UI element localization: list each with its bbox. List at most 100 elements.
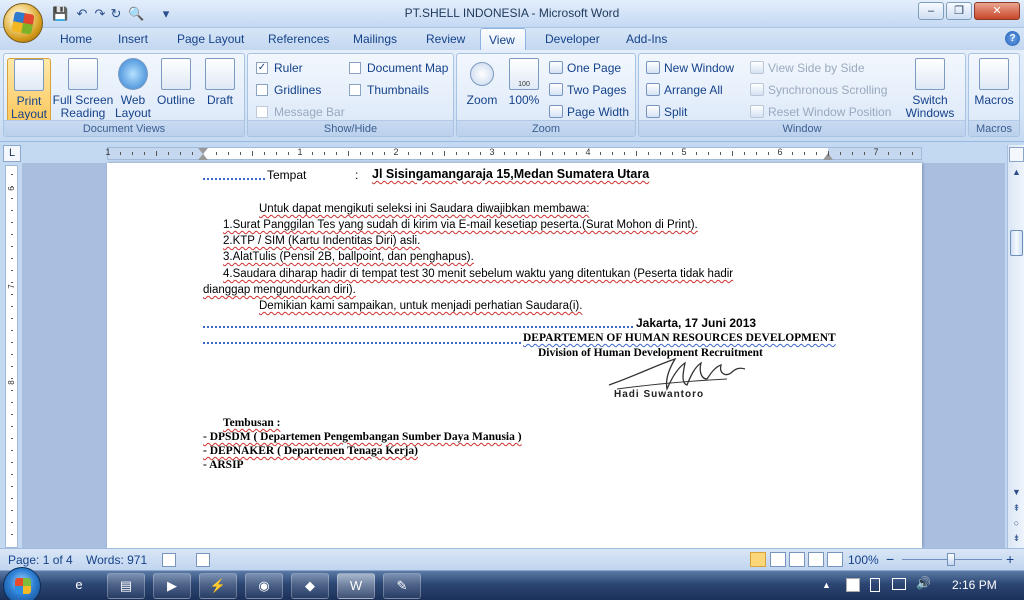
zoom-slider-thumb[interactable] [947, 553, 955, 566]
tab-developer[interactable]: Developer [537, 28, 608, 50]
tempat-value: Jl Sisingamangaraja 15,Medan Sumatera Ut… [372, 167, 650, 181]
split-button[interactable]: Split [644, 103, 687, 121]
help-icon[interactable]: ? [1005, 31, 1020, 46]
scroll-down-button[interactable]: ▼ [1009, 485, 1024, 500]
tempat-label: Tempat [267, 168, 307, 182]
full-screen-reading-button[interactable]: Full Screen Reading [52, 58, 114, 122]
reset-window-position-button[interactable]: Reset Window Position [748, 103, 891, 121]
ruler-tick [180, 152, 181, 155]
tab-mailings[interactable]: Mailings [345, 28, 405, 50]
volume-icon[interactable]: 🔊 [916, 576, 931, 590]
internet-explorer-icon[interactable]: e [60, 573, 98, 599]
draft-view-icon[interactable] [827, 552, 843, 567]
macros-button[interactable]: Macros [972, 58, 1016, 122]
view-side-by-side-label: View Side by Side [768, 61, 865, 75]
tab-selector[interactable]: L [3, 145, 21, 162]
print-layout-view-icon[interactable] [750, 552, 766, 567]
paint-app-icon[interactable]: ✎ [383, 573, 421, 599]
zoom-in-button[interactable]: + [1006, 551, 1014, 567]
ruler-tick [324, 152, 325, 155]
ruler-checkbox[interactable]: ✓ Ruler [254, 59, 303, 77]
select-browse-object-button[interactable]: ○ [1009, 516, 1024, 531]
ruler-tick [804, 152, 805, 155]
view-side-by-side-button[interactable]: View Side by Side [748, 59, 865, 77]
group-label-macros: Macros [969, 120, 1019, 136]
outline-icon [161, 58, 191, 90]
zoom-100-button[interactable]: 100 100% [505, 58, 543, 122]
synchronous-scrolling-button[interactable]: Synchronous Scrolling [748, 81, 887, 99]
utility-app-icon[interactable]: ⚡ [199, 573, 237, 599]
next-page-button[interactable]: ⇟ [1009, 531, 1024, 546]
ruler-tick [11, 318, 13, 319]
horizontal-ruler[interactable]: 1 1 2 3 4 5 6 7 [105, 147, 922, 160]
ruler-tick [252, 151, 253, 156]
message-bar-checkbox[interactable]: Message Bar [254, 103, 345, 121]
ruler-tick [11, 390, 13, 391]
word-count[interactable]: Words: 971 [86, 553, 147, 567]
action-center-icon[interactable] [846, 578, 860, 592]
two-pages-button[interactable]: Two Pages [547, 81, 626, 99]
page-width-button[interactable]: Page Width [547, 103, 629, 121]
ruler-tick [11, 510, 13, 511]
hanging-indent-marker[interactable] [198, 154, 208, 160]
one-page-label: One Page [567, 61, 622, 75]
zoom-button[interactable]: Zoom [463, 58, 501, 122]
scroll-thumb[interactable] [1010, 230, 1023, 256]
page-count[interactable]: Page: 1 of 4 [8, 553, 73, 567]
clock[interactable]: 2:16 PM [952, 578, 997, 592]
battery-icon[interactable] [870, 578, 880, 592]
tab-insert[interactable]: Insert [110, 28, 156, 50]
switch-windows-icon [915, 58, 945, 90]
tab-add-ins[interactable]: Add-Ins [618, 28, 675, 50]
arrange-all-button[interactable]: Arrange All [644, 81, 723, 99]
ruler-tick [672, 152, 673, 155]
file-explorer-icon[interactable]: ▤ [107, 573, 145, 599]
restore-button[interactable]: ❐ [946, 2, 972, 20]
tab-view[interactable]: View [480, 28, 526, 50]
ruler-tick [576, 152, 577, 155]
zoom-level[interactable]: 100% [848, 553, 879, 567]
vertical-ruler[interactable]: 6 7 8 [5, 165, 18, 548]
macro-recording-icon[interactable] [196, 553, 210, 567]
scroll-up-button[interactable]: ▲ [1009, 165, 1024, 180]
previous-page-button[interactable]: ⇞ [1009, 501, 1024, 516]
view-ruler-icon[interactable] [1009, 147, 1024, 162]
web-layout-button[interactable]: Web Layout [114, 58, 152, 122]
tab-page-layout[interactable]: Page Layout [169, 28, 252, 50]
vertical-scrollbar[interactable]: ▲ ▼ ⇞ ○ ⇟ [1007, 145, 1024, 548]
draft-button[interactable]: Draft [200, 58, 240, 122]
document-map-checkbox[interactable]: Document Map [347, 59, 448, 77]
minimize-button[interactable]: – [918, 2, 944, 20]
firefox-icon[interactable]: ◉ [245, 573, 283, 599]
print-layout-button[interactable]: Print Layout [7, 58, 51, 122]
start-button[interactable] [3, 567, 41, 600]
network-icon[interactable] [892, 578, 906, 590]
gridlines-checkbox[interactable]: Gridlines [254, 81, 321, 99]
thumbnails-checkbox[interactable]: Thumbnails [347, 81, 429, 99]
synchronous-scrolling-label: Synchronous Scrolling [768, 83, 888, 97]
full-screen-view-icon[interactable] [770, 552, 786, 567]
word-taskbar-icon[interactable]: W [337, 573, 375, 599]
ruler-tick [432, 152, 433, 155]
new-window-button[interactable]: New Window [644, 59, 734, 77]
outline-view-icon[interactable] [808, 552, 824, 567]
ruler-tick [216, 152, 217, 155]
office-button[interactable] [3, 3, 43, 43]
document-page[interactable]: Tempat : Jl Sisingamangaraja 15,Medan Su… [107, 163, 922, 548]
zoom-out-button[interactable]: − [886, 551, 894, 567]
one-page-button[interactable]: One Page [547, 59, 621, 77]
tab-home[interactable]: Home [52, 28, 100, 50]
outline-button[interactable]: Outline [154, 58, 198, 122]
show-hidden-icons-button[interactable]: ▲ [822, 580, 831, 590]
media-app-icon[interactable]: ◆ [291, 573, 329, 599]
ruler-tick [11, 438, 13, 439]
tab-references[interactable]: References [260, 28, 337, 50]
ruler-tick [144, 152, 145, 155]
tab-review[interactable]: Review [418, 28, 473, 50]
close-button[interactable]: ✕ [974, 2, 1020, 20]
switch-windows-button[interactable]: Switch Windows [899, 58, 961, 122]
web-layout-view-icon[interactable] [789, 552, 805, 567]
media-player-icon[interactable]: ▶ [153, 573, 191, 599]
proofing-icon[interactable] [162, 553, 176, 567]
ruler-tick [228, 152, 229, 155]
